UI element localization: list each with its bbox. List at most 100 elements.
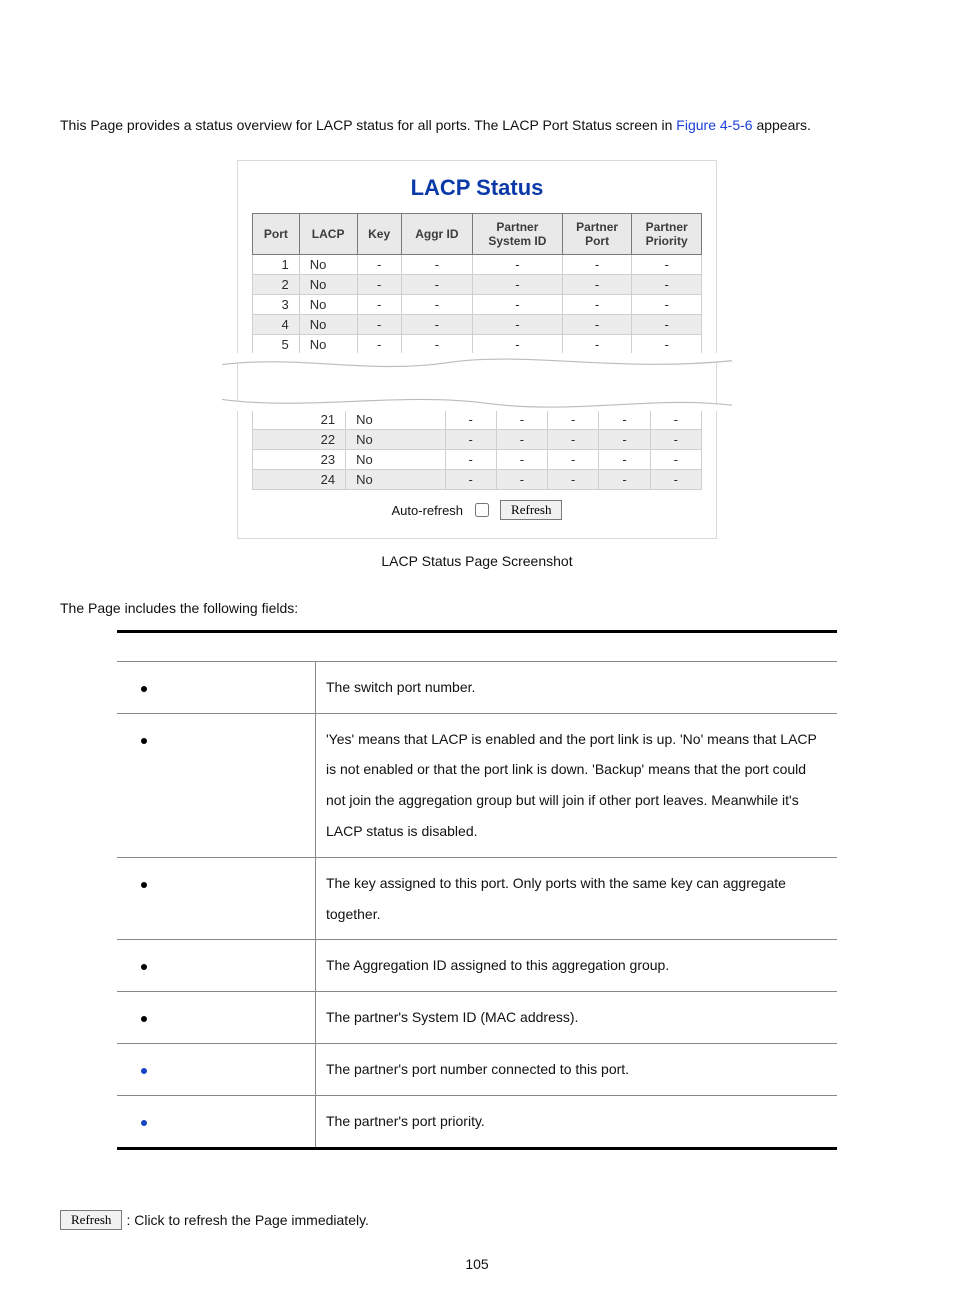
fields-object-cell bbox=[117, 940, 316, 992]
cell-a: - bbox=[401, 295, 472, 315]
cell-a: - bbox=[401, 255, 472, 275]
cell-pr: - bbox=[632, 295, 702, 315]
lacp-header-1: LACP bbox=[299, 214, 357, 255]
cell-a: - bbox=[401, 315, 472, 335]
table-row: 3No----- bbox=[253, 295, 702, 315]
fields-row: The key assigned to this port. Only port… bbox=[117, 857, 837, 940]
cell-lacp: No bbox=[299, 335, 357, 355]
cell-pp: - bbox=[562, 295, 632, 315]
lacp-header-3: Aggr ID bbox=[401, 214, 472, 255]
fields-object-cell bbox=[117, 661, 316, 713]
cell-a: - bbox=[401, 335, 472, 355]
controls-row: Auto-refresh Refresh bbox=[252, 500, 702, 520]
screenshot-title: LACP Status bbox=[252, 175, 702, 201]
table-row: 24No----- bbox=[253, 470, 702, 490]
cell-ps: - bbox=[473, 335, 563, 355]
cell-ps: - bbox=[548, 430, 599, 450]
cell-ps: - bbox=[473, 295, 563, 315]
bullet-icon bbox=[141, 964, 147, 970]
cell-k: - bbox=[445, 450, 496, 470]
bullet-icon bbox=[141, 882, 147, 888]
cell-pr: - bbox=[650, 430, 701, 450]
cell-port: 1 bbox=[253, 255, 300, 275]
table-row: 4No----- bbox=[253, 315, 702, 335]
cell-lacp: No bbox=[299, 275, 357, 295]
refresh-button-inner[interactable]: Refresh bbox=[500, 500, 562, 520]
cell-pp: - bbox=[562, 315, 632, 335]
lacp-header-4: PartnerSystem ID bbox=[473, 214, 563, 255]
cell-pr: - bbox=[650, 470, 701, 490]
fields-header-description bbox=[316, 631, 838, 661]
fields-object-cell bbox=[117, 1043, 316, 1095]
fields-header-object bbox=[117, 631, 316, 661]
cell-lacp: No bbox=[346, 450, 445, 470]
cell-lacp: No bbox=[346, 430, 445, 450]
lacp-header-2: Key bbox=[357, 214, 401, 255]
cell-ps: - bbox=[548, 470, 599, 490]
screenshot-container: LACP Status PortLACPKeyAggr IDPartnerSys… bbox=[60, 160, 894, 539]
cell-k: - bbox=[357, 335, 401, 355]
cell-ps: - bbox=[473, 275, 563, 295]
fields-description-cell: The partner's port number connected to t… bbox=[316, 1043, 838, 1095]
cell-port: 2 bbox=[253, 275, 300, 295]
table-row: 1No----- bbox=[253, 255, 702, 275]
cell-k: - bbox=[357, 315, 401, 335]
bullet-icon bbox=[141, 1120, 147, 1126]
cell-ps: - bbox=[548, 450, 599, 470]
figure-link[interactable]: Figure 4-5-6 bbox=[676, 117, 752, 133]
fields-object-cell bbox=[117, 992, 316, 1044]
lacp-status-table-bottom: 21No-----22No-----23No-----24No----- bbox=[252, 409, 702, 490]
cell-port: 22 bbox=[253, 430, 346, 450]
lacp-header-6: PartnerPriority bbox=[632, 214, 702, 255]
intro-paragraph: This Page provides a status overview for… bbox=[60, 114, 894, 136]
cell-pp: - bbox=[599, 470, 650, 490]
table-row: 23No----- bbox=[253, 450, 702, 470]
fields-row: The partner's System ID (MAC address). bbox=[117, 992, 837, 1044]
table-row: 22No----- bbox=[253, 430, 702, 450]
intro-text-after: appears. bbox=[756, 117, 810, 133]
bullet-icon bbox=[141, 738, 147, 744]
fields-description-cell: The partner's System ID (MAC address). bbox=[316, 992, 838, 1044]
cell-pr: - bbox=[632, 255, 702, 275]
fields-description-cell: The key assigned to this port. Only port… bbox=[316, 857, 838, 940]
tear-gap bbox=[222, 353, 732, 411]
fields-description-cell: The switch port number. bbox=[316, 661, 838, 713]
cell-k: - bbox=[445, 410, 496, 430]
cell-pp: - bbox=[599, 410, 650, 430]
fields-row: 'Yes' means that LACP is enabled and the… bbox=[117, 713, 837, 857]
fields-row: The partner's port number connected to t… bbox=[117, 1043, 837, 1095]
intro-text-before: This Page provides a status overview for… bbox=[60, 117, 676, 133]
auto-refresh-label: Auto-refresh bbox=[392, 503, 464, 518]
fields-intro: The Page includes the following fields: bbox=[60, 597, 894, 619]
cell-pp: - bbox=[599, 430, 650, 450]
screenshot-caption: LACP Status Page Screenshot bbox=[60, 553, 894, 569]
bullet-icon bbox=[141, 1068, 147, 1074]
auto-refresh-checkbox[interactable] bbox=[475, 503, 489, 517]
lacp-header-5: PartnerPort bbox=[562, 214, 632, 255]
cell-a: - bbox=[496, 430, 547, 450]
fields-object-cell bbox=[117, 857, 316, 940]
fields-row: The Aggregation ID assigned to this aggr… bbox=[117, 940, 837, 992]
cell-pp: - bbox=[562, 335, 632, 355]
refresh-button-outer[interactable]: Refresh bbox=[60, 1210, 122, 1230]
cell-lacp: No bbox=[299, 315, 357, 335]
cell-port: 24 bbox=[253, 470, 346, 490]
cell-ps: - bbox=[548, 410, 599, 430]
cell-pp: - bbox=[562, 275, 632, 295]
cell-pp: - bbox=[599, 450, 650, 470]
cell-k: - bbox=[357, 255, 401, 275]
cell-lacp: No bbox=[299, 255, 357, 275]
cell-ps: - bbox=[473, 255, 563, 275]
cell-a: - bbox=[401, 275, 472, 295]
page-number: 105 bbox=[60, 1256, 894, 1272]
cell-k: - bbox=[357, 275, 401, 295]
lacp-header-0: Port bbox=[253, 214, 300, 255]
cell-ps: - bbox=[473, 315, 563, 335]
cell-k: - bbox=[357, 295, 401, 315]
cell-k: - bbox=[445, 430, 496, 450]
cell-a: - bbox=[496, 470, 547, 490]
cell-pp: - bbox=[562, 255, 632, 275]
fields-table: The switch port number.'Yes' means that … bbox=[117, 630, 837, 1150]
cell-pr: - bbox=[632, 275, 702, 295]
table-row: 2No----- bbox=[253, 275, 702, 295]
